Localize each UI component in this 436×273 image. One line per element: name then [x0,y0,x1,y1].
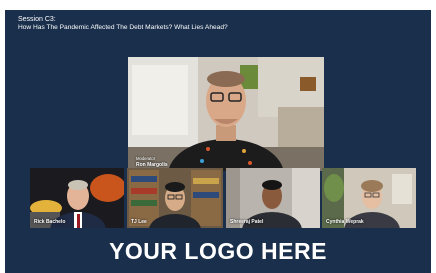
participant-tile[interactable]: TJ Lee [127,168,223,228]
logo-placeholder-text: YOUR LOGO HERE [109,238,327,264]
participant-name: TJ Lee [131,219,147,225]
session-title: How Has The Pandemic Affected The Debt M… [18,24,228,31]
moderator-role-label: Moderator [136,156,156,161]
participant-tile[interactable]: Shreeraj Patel [226,168,320,228]
participant-name: Cynthia Weprak [326,219,364,225]
participant-name: Rick Bachelo [34,219,66,225]
participant-tile[interactable]: Rick Bachelo [30,168,124,228]
participant-tile[interactable]: Cynthia Weprak [322,168,416,228]
participant-name: Shreeraj Patel [230,219,264,225]
main-speaker-picture [128,57,324,171]
session-label: Session C3: [18,16,56,23]
main-speaker-video[interactable]: Moderator Ron Margolis [128,57,324,171]
video-conference-screen: Session C3: How Has The Pandemic Affecte… [5,10,431,273]
